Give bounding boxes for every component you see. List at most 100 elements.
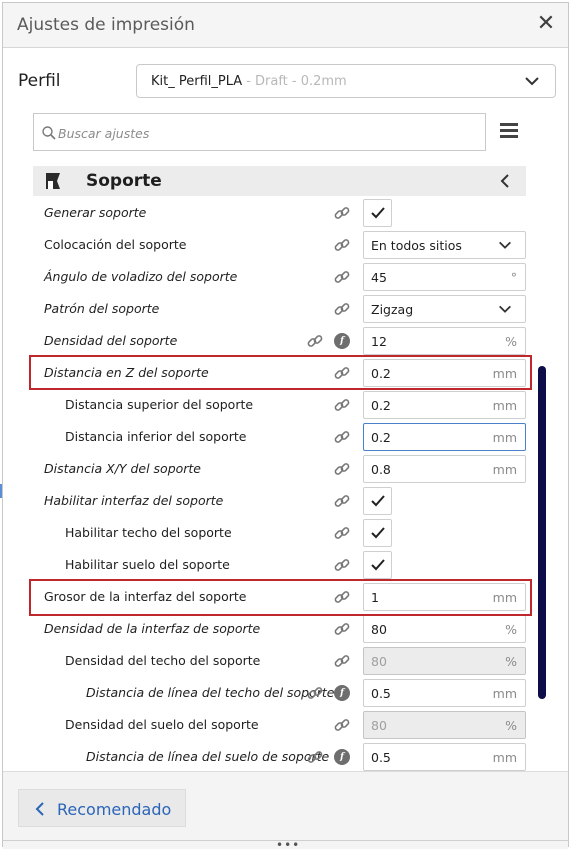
setting-label: Distancia de línea del techo del soporte bbox=[86, 685, 335, 700]
number-input[interactable]: 45 ° bbox=[363, 263, 526, 291]
setting-row-distancia-inferior: Distancia inferior del soporte 0.2 mm bbox=[33, 421, 531, 453]
input-unit: mm bbox=[492, 686, 517, 701]
input-value: 80 bbox=[371, 654, 387, 669]
checkbox[interactable] bbox=[363, 487, 392, 515]
input-unit: mm bbox=[492, 398, 517, 413]
function-icon[interactable]: f bbox=[334, 749, 350, 765]
link-icon[interactable] bbox=[334, 557, 350, 573]
number-input-disabled: 80% bbox=[363, 647, 526, 675]
setting-row-densidad-interfaz: Densidad de la interfaz de soporte 80% bbox=[33, 613, 531, 645]
link-icon[interactable] bbox=[334, 205, 350, 221]
setting-label: Distancia X/Y del soporte bbox=[44, 461, 202, 476]
link-icon[interactable] bbox=[334, 525, 350, 541]
link-icon[interactable] bbox=[334, 397, 350, 413]
setting-row-angulo: Ángulo de voladizo del soporte 45 ° bbox=[33, 261, 531, 293]
setting-row-densidad-techo: Densidad del techo del soporte 80% bbox=[33, 645, 531, 677]
setting-label: Habilitar techo del soporte bbox=[65, 525, 232, 540]
search-placeholder: Buscar ajustes bbox=[58, 126, 150, 141]
setting-row-colocacion: Colocación del soporte En todos sitios bbox=[33, 229, 531, 261]
link-icon[interactable] bbox=[334, 653, 350, 669]
checkbox[interactable] bbox=[363, 199, 392, 227]
link-icon[interactable] bbox=[307, 749, 323, 765]
number-input[interactable]: 12% bbox=[363, 327, 526, 355]
link-icon[interactable] bbox=[334, 717, 350, 733]
input-unit: mm bbox=[492, 462, 517, 477]
settings-visibility-menu-icon[interactable] bbox=[500, 123, 518, 139]
setting-label: Patrón del soporte bbox=[44, 301, 160, 316]
search-input[interactable]: Buscar ajustes bbox=[33, 113, 486, 151]
title-bar: Ajustes de impresión ✕ bbox=[3, 3, 568, 48]
select-value: En todos sitios bbox=[371, 238, 462, 253]
dropdown-select[interactable]: Zigzag bbox=[363, 295, 526, 323]
checkbox[interactable] bbox=[363, 551, 392, 579]
setting-label: Colocación del soporte bbox=[44, 237, 187, 252]
link-icon[interactable] bbox=[334, 493, 350, 509]
category-header-support[interactable]: Soporte bbox=[33, 166, 526, 196]
setting-label: Densidad de la interfaz de soporte bbox=[44, 621, 261, 636]
input-value: 0.5 bbox=[371, 686, 391, 701]
setting-label: Distancia inferior del soporte bbox=[65, 429, 247, 444]
input-unit: mm bbox=[492, 430, 517, 445]
chevron-down-icon bbox=[499, 241, 511, 249]
number-input[interactable]: 0.8 mm bbox=[363, 455, 526, 483]
number-input[interactable]: 0.5 mm bbox=[363, 679, 526, 707]
link-icon[interactable] bbox=[334, 365, 350, 381]
input-unit: % bbox=[505, 334, 517, 349]
dropdown-select[interactable]: En todos sitios bbox=[363, 231, 526, 259]
link-icon[interactable] bbox=[334, 461, 350, 477]
setting-label: Densidad del techo del soporte bbox=[65, 653, 261, 668]
profile-dropdown[interactable]: Kit_ Perfil_PLA - Draft - 0.2mm bbox=[136, 64, 556, 98]
search-icon bbox=[42, 126, 56, 140]
setting-row-distancia-z: Distancia en Z del soporte 0.2 mm bbox=[33, 357, 531, 389]
input-value: 0.2 bbox=[371, 430, 391, 445]
grip-dots-icon: ••• bbox=[276, 838, 301, 852]
input-value: 0.8 bbox=[371, 462, 391, 477]
checkmark-icon bbox=[371, 495, 385, 507]
link-icon[interactable] bbox=[334, 301, 350, 317]
number-input[interactable]: 0.2 mm bbox=[363, 423, 526, 451]
profile-label: Perfil bbox=[18, 71, 61, 91]
link-icon[interactable] bbox=[307, 333, 323, 349]
setting-row-densidad-suelo: Densidad del suelo del soporte 80% bbox=[33, 709, 531, 741]
link-icon[interactable] bbox=[334, 621, 350, 637]
function-icon[interactable]: f bbox=[334, 685, 350, 701]
link-icon[interactable] bbox=[334, 589, 350, 605]
checkbox[interactable] bbox=[363, 519, 392, 547]
setting-label: Densidad del suelo del soporte bbox=[65, 717, 259, 732]
setting-row-distancia-linea-techo: Distancia de línea del techo del soporte… bbox=[33, 677, 531, 709]
input-value: 1 bbox=[371, 590, 379, 605]
link-icon[interactable] bbox=[334, 429, 350, 445]
close-icon[interactable]: ✕ bbox=[534, 11, 558, 37]
setting-label: Habilitar interfaz del soporte bbox=[44, 493, 224, 508]
setting-label: Densidad del soporte bbox=[44, 333, 178, 348]
scrollbar[interactable] bbox=[538, 366, 546, 699]
profile-name: Kit_ Perfil_PLA - Draft - 0.2mm bbox=[151, 74, 347, 89]
checkmark-icon bbox=[371, 527, 385, 539]
recommended-button[interactable]: Recomendado bbox=[18, 789, 186, 827]
number-input[interactable]: 1 mm bbox=[363, 583, 526, 611]
chevron-left-icon bbox=[35, 802, 44, 816]
number-input[interactable]: 0.5 mm bbox=[363, 743, 526, 771]
chevron-left-icon[interactable] bbox=[498, 171, 512, 191]
print-settings-panel: Ajustes de impresión ✕ Perfil Kit_ Perfi… bbox=[2, 2, 569, 852]
number-input-disabled: 80% bbox=[363, 711, 526, 739]
recommended-label: Recomendado bbox=[57, 800, 172, 819]
function-icon[interactable]: f bbox=[334, 333, 350, 349]
input-value: 45 bbox=[371, 270, 387, 285]
setting-row-densidad: Densidad del soporte f 12% bbox=[33, 325, 531, 357]
input-value: 80 bbox=[371, 718, 387, 733]
background-edge-mark bbox=[0, 484, 2, 498]
number-input[interactable]: 0.2 mm bbox=[363, 391, 526, 419]
number-input[interactable]: 0.2 mm bbox=[363, 359, 526, 387]
setting-label: Generar soporte bbox=[44, 205, 147, 220]
setting-row-habilitar-suelo: Habilitar suelo del soporte bbox=[33, 549, 531, 581]
resize-handle[interactable]: ••• bbox=[3, 838, 568, 852]
category-title: Soporte bbox=[86, 171, 162, 191]
link-icon[interactable] bbox=[334, 269, 350, 285]
setting-label: Grosor de la interfaz del soporte bbox=[44, 589, 247, 604]
setting-row-distancia-linea-suelo: Distancia de línea del suelo de soporte … bbox=[33, 741, 531, 773]
link-icon[interactable] bbox=[334, 237, 350, 253]
setting-label: Distancia de línea del suelo de soporte bbox=[86, 749, 330, 764]
link-icon[interactable] bbox=[307, 685, 323, 701]
number-input[interactable]: 80% bbox=[363, 615, 526, 643]
